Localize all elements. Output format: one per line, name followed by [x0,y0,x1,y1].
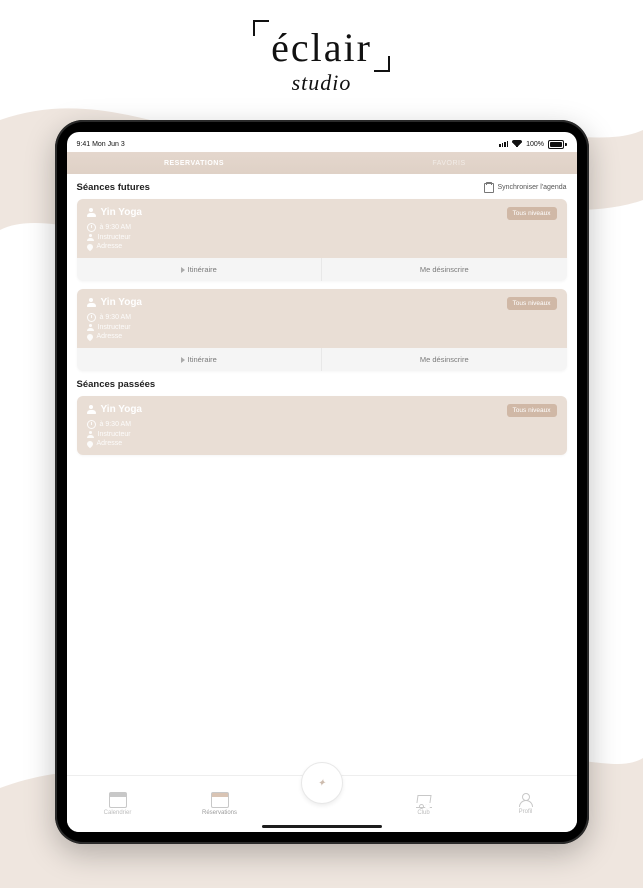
tab-reservations[interactable]: RESERVATIONS [67,160,322,167]
session-card[interactable]: Yin Yoga Tous niveaux à 9:30 AM Instruct… [77,396,567,455]
pin-icon [85,332,93,340]
sync-label: Synchroniser l'agenda [497,184,566,191]
session-place: Adresse [97,333,123,340]
session-instructor: Instructeur [98,324,131,331]
status-bar: 9:41 Mon Jun 3 100% [67,132,577,152]
calendar-sync-icon [484,183,494,193]
clock-icon [87,313,96,322]
route-icon [181,357,185,363]
section-future-title: Séances futures [77,182,150,193]
wifi-icon [512,140,522,149]
reservations-icon [211,792,229,808]
content-scroll[interactable]: Séances futures Synchroniser l'agenda Yi… [67,174,577,775]
brand-logo: éclair studio [0,20,643,96]
signal-icon [499,141,508,147]
clock-icon [87,223,96,232]
session-card[interactable]: Yin Yoga Tous niveaux à 9:30 AM Instruct… [77,289,567,371]
session-instructor: Instructeur [98,431,131,438]
tablet-frame: 9:41 Mon Jun 3 100% RESERVATIONS FAVORIS… [55,120,589,844]
session-instructor: Instructeur [98,234,131,241]
session-card[interactable]: Yin Yoga Tous niveaux à 9:30 AM Instruct… [77,199,567,281]
screen: 9:41 Mon Jun 3 100% RESERVATIONS FAVORIS… [67,132,577,832]
person-icon [87,298,96,307]
session-time: à 9:30 AM [100,224,132,231]
pin-icon [85,242,93,250]
session-time: à 9:30 AM [100,314,132,321]
session-place: Adresse [97,440,123,447]
person-icon [87,405,96,414]
pin-icon [85,439,93,447]
unregister-button[interactable]: Me désinscrire [321,348,567,371]
session-title: Yin Yoga [101,207,143,218]
level-badge: Tous niveaux [507,404,557,417]
level-badge: Tous niveaux [507,297,557,310]
top-tabs: RESERVATIONS FAVORIS [67,152,577,174]
nav-center-logo-button[interactable]: ✦ [301,762,343,804]
user-icon [87,324,94,331]
bottom-nav: Calendrier Réservations . Club Profil ✦ [67,775,577,832]
person-icon [87,208,96,217]
user-icon [87,431,94,438]
status-time: 9:41 Mon Jun 3 [77,141,125,148]
nav-calendar[interactable]: Calendrier [67,792,169,816]
session-title: Yin Yoga [101,297,143,308]
section-past-title: Séances passées [77,379,156,390]
nav-club[interactable]: Club [373,793,475,816]
profile-icon [518,793,534,807]
nav-profile[interactable]: Profil [475,793,577,815]
cart-icon [416,793,432,808]
session-time: à 9:30 AM [100,421,132,428]
route-button[interactable]: Itinéraire [77,258,322,281]
battery-text: 100% [526,141,544,148]
sync-agenda-button[interactable]: Synchroniser l'agenda [484,183,566,193]
user-icon [87,234,94,241]
clock-icon [87,420,96,429]
level-badge: Tous niveaux [507,207,557,220]
calendar-icon [109,792,127,808]
route-button[interactable]: Itinéraire [77,348,322,371]
session-title: Yin Yoga [101,404,143,415]
brand-sub: studio [292,70,352,96]
logo-icon: ✦ [317,778,325,789]
brand-top: éclair [271,28,372,68]
session-place: Adresse [97,243,123,250]
route-icon [181,267,185,273]
unregister-button[interactable]: Me désinscrire [321,258,567,281]
nav-reservations[interactable]: Réservations [169,792,271,816]
tab-favoris[interactable]: FAVORIS [322,160,577,167]
battery-icon [548,140,567,149]
home-indicator [262,825,382,828]
